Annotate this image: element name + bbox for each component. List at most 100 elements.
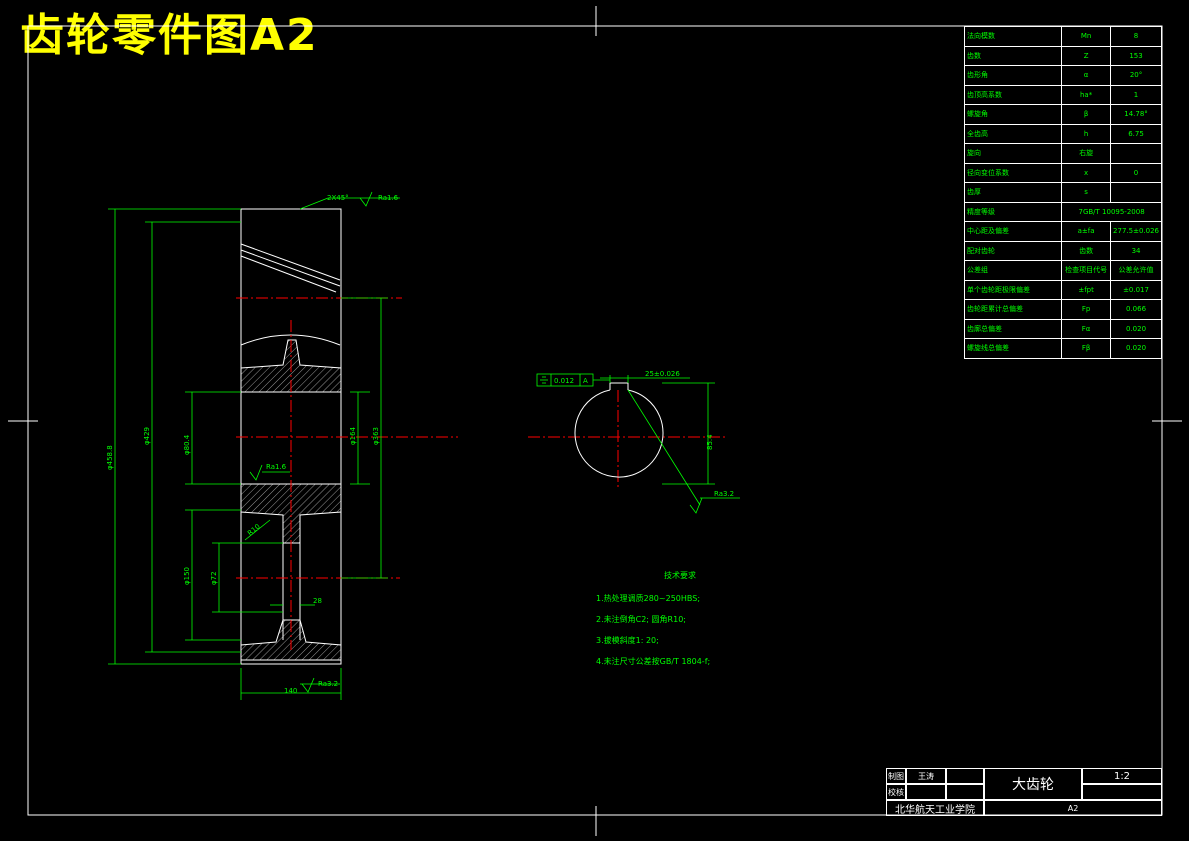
tech-item: 1.热处理调质280~250HBS;: [596, 594, 701, 603]
school-name: 北华航天工业学院: [886, 800, 984, 816]
param-row: 旋向 右旋: [963, 143, 1162, 164]
param-row: 螺旋线总偏差 Fβ 0.020: [963, 338, 1162, 359]
param-row: 精度等级 7GB/T 10095-2008: [963, 201, 1162, 222]
draw-label: 制图: [886, 768, 906, 784]
param-label: 齿形角: [963, 65, 1063, 86]
param-value: 0.020: [1110, 318, 1162, 339]
param-symbol: Fp: [1061, 299, 1112, 320]
param-symbol: s: [1061, 182, 1112, 203]
param-symbol: Fα: [1061, 318, 1112, 339]
param-label: 齿轮距累计总偏差: [963, 299, 1063, 320]
roughness-top: Ra1.6: [378, 194, 399, 202]
part-name: 大齿轮: [984, 768, 1082, 800]
scale: 1:2: [1082, 768, 1162, 784]
keyway-width-dim: 25±0.026: [645, 370, 680, 378]
param-label: 螺旋角: [963, 104, 1063, 125]
param-row: 全齿高 h 6.75: [963, 123, 1162, 144]
param-label: 单个齿轮距极限偏差: [963, 279, 1063, 300]
param-value: 20°: [1110, 65, 1162, 86]
check-label: 校核: [886, 784, 906, 800]
param-label: 齿厚: [963, 182, 1063, 203]
keyway-depth-dim: 85.4: [706, 434, 714, 450]
technical-requirements: 技术要求 1.热处理调质280~250HBS; 2.未注倒角C2; 圆角R10;…: [596, 570, 710, 677]
param-row: 齿廓总偏差 Fα 0.020: [963, 318, 1162, 339]
param-symbol: h: [1061, 123, 1112, 144]
param-value: 8: [1110, 26, 1162, 47]
param-row: 螺旋角 β 14.78°: [963, 104, 1162, 125]
param-value: [1110, 182, 1162, 203]
param-value: 277.5±0.026: [1110, 221, 1162, 242]
param-row: 齿顶高系数 ha* 1: [963, 84, 1162, 105]
roughness-bottom: Ra3.2: [318, 680, 338, 688]
bore-diameter-dim: φ80.4: [183, 434, 191, 455]
title-block: 制图 王涛 校核 大齿轮 1:2 北华航天工业学院 A2: [886, 768, 1162, 816]
param-value: 7GB/T 10095-2008: [1061, 201, 1162, 222]
d150-dim: φ150: [183, 567, 191, 585]
param-label: 旋向: [963, 143, 1063, 164]
param-row: 中心距及偏差 a±fa 277.5±0.026: [963, 221, 1162, 242]
outer-diameter-dim: φ458.8: [106, 445, 114, 470]
param-label: 法向模数: [963, 26, 1063, 47]
gear-parameter-table: 法向模数 Mn 8 齿数 Z 153 齿形角 α 20° 齿顶高系数 ha* 1 螺旋角 β 14.78° 全…: [963, 26, 1162, 359]
param-value: 34: [1110, 240, 1162, 261]
param-label: 中心距及偏差: [963, 221, 1063, 242]
param-value: ±0.017: [1110, 279, 1162, 300]
d72-dim: φ72: [210, 571, 218, 585]
param-row: 齿轮距累计总偏差 Fp 0.066: [963, 299, 1162, 320]
param-symbol: 右旋: [1061, 143, 1112, 164]
param-row: 配对齿轮 齿数 34: [963, 240, 1162, 261]
param-label: 配对齿轮: [963, 240, 1063, 261]
param-value: 6.75: [1110, 123, 1162, 144]
param-symbol: Z: [1061, 45, 1112, 66]
param-value: 0.066: [1110, 299, 1162, 320]
sheet-size: A2: [984, 800, 1162, 816]
param-symbol: 检查项目代号: [1061, 260, 1112, 281]
param-row: 径向变位系数 x 0: [963, 162, 1162, 183]
param-row: 齿形角 α 20°: [963, 65, 1162, 86]
tech-heading: 技术要求: [664, 571, 696, 580]
roughness-keyway: Ra3.2: [714, 490, 734, 498]
dimension-labels-left: 2X45° Ra1.6 Ra1.6 Ra3.2 140 φ458.8 φ429 …: [106, 194, 399, 695]
hub-diameter-dim: φ164: [349, 426, 357, 445]
web-diameter-dim: φ363: [372, 427, 380, 445]
tech-item: 4.未注尺寸公差按GB/T 1804-f;: [596, 657, 711, 666]
param-row: 单个齿轮距极限偏差 ±fpt ±0.017: [963, 279, 1162, 300]
param-label: 全齿高: [963, 123, 1063, 144]
tech-item: 2.未注倒角C2; 圆角R10;: [596, 615, 686, 624]
param-symbol: Mn: [1061, 26, 1112, 47]
param-value: 公差允许值: [1110, 260, 1162, 281]
param-value: 0: [1110, 162, 1162, 183]
param-label: 公差组: [963, 260, 1063, 281]
chamfer-dim: 2X45°: [327, 194, 349, 202]
param-symbol: 齿数: [1061, 240, 1112, 261]
blank-cell: [1082, 784, 1162, 800]
param-symbol: ±fpt: [1061, 279, 1112, 300]
param-symbol: α: [1061, 65, 1112, 86]
param-symbol: Fβ: [1061, 338, 1112, 359]
param-value: 1: [1110, 84, 1162, 105]
dimension-labels-right: 25±0.026 85.4 Ra3.2 0.012 A: [554, 370, 734, 498]
param-label: 径向变位系数: [963, 162, 1063, 183]
datum-label: A: [583, 377, 588, 385]
dimension-lines-left: [108, 191, 400, 700]
width-dim: 140: [284, 687, 297, 695]
param-row: 公差组 检查项目代号 公差允许值: [963, 260, 1162, 281]
blank-cell: [906, 784, 946, 800]
param-symbol: a±fa: [1061, 221, 1112, 242]
param-value: 0.020: [1110, 338, 1162, 359]
param-label: 精度等级: [963, 201, 1063, 222]
param-symbol: β: [1061, 104, 1112, 125]
drawer-name: 王涛: [906, 768, 946, 784]
param-label: 齿顶高系数: [963, 84, 1063, 105]
symmetry-tolerance: 0.012: [554, 377, 574, 385]
param-value: [1110, 143, 1162, 164]
tech-item: 3.拔模斜度1: 20;: [596, 636, 659, 645]
param-row: 齿厚 s: [963, 182, 1162, 203]
param-value: 153: [1110, 45, 1162, 66]
param-row: 法向模数 Mn 8: [963, 26, 1162, 47]
blank-cell: [946, 784, 984, 800]
param-symbol: x: [1061, 162, 1112, 183]
root-diameter-dim: φ429: [143, 427, 151, 445]
param-label: 齿廓总偏差: [963, 318, 1063, 339]
param-symbol: ha*: [1061, 84, 1112, 105]
